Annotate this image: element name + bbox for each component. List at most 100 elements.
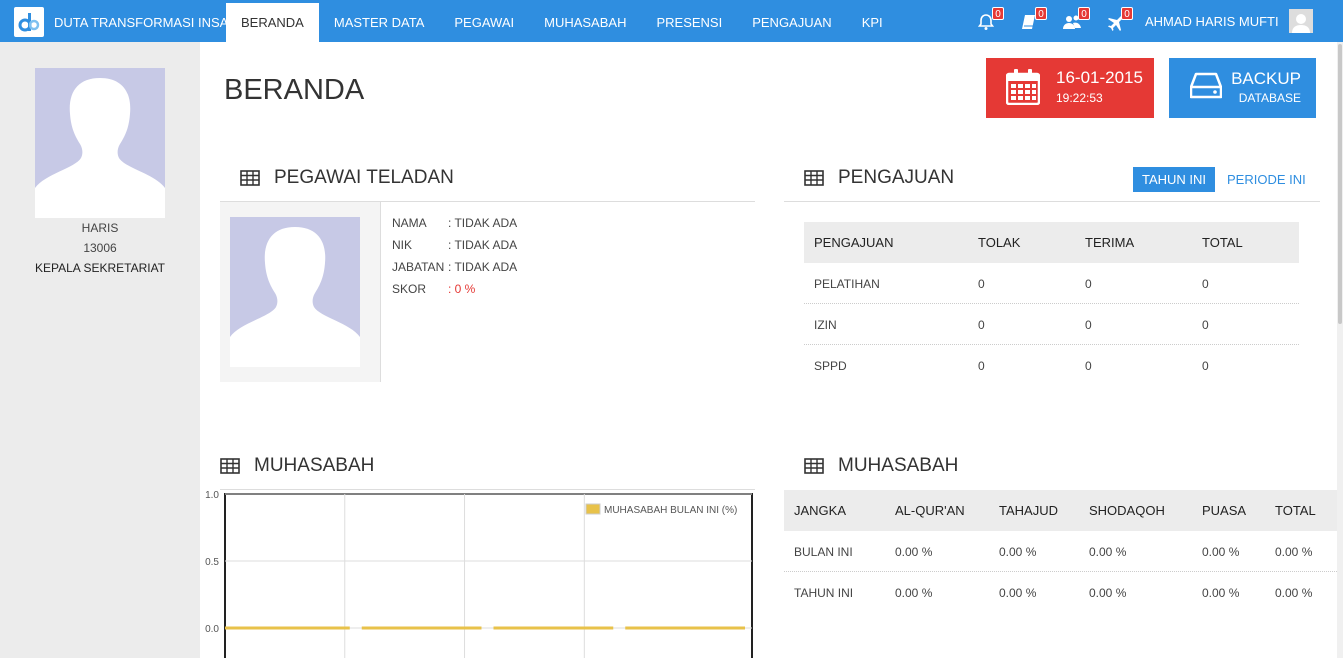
table-cell: TAHUN INI [794,586,854,600]
user-avatar [1288,9,1313,33]
panel-title-pengajuan: PENGAJUAN [804,167,954,189]
avatar-silhouette-icon [35,78,165,218]
notif-plane[interactable]: 0 [1101,7,1133,36]
table-cell: 0.00 % [895,586,933,600]
table-cell: 0.00 % [1275,586,1313,600]
backup-title: BACKUP [1231,69,1301,88]
divider [380,202,381,382]
panel-title-text: PENGAJUAN [838,167,955,188]
column-header: AL-QUR'AN [895,503,965,518]
table-icon [804,458,824,474]
scrollbar-thumb[interactable] [1338,44,1342,324]
column-header: TOTAL [1275,503,1316,518]
sidebar: HARIS 13006 KEPALA SEKRETARIAT [0,42,200,658]
column-header: PENGAJUAN [814,235,894,250]
page-title: BERANDA [224,74,365,106]
legend-swatch [585,503,601,515]
hard-drive-icon [1190,72,1222,99]
y-tick-label: 0.0 [205,624,219,635]
user-name: AHMAD HARIS MUFTI [1145,13,1279,29]
top-navbar: DUTA TRANSFORMASI INSANI BERANDA MASTER … [0,0,1343,42]
datetime-widget: 16-01-2015 19:22:53 [986,58,1154,118]
sidebar-user-name: HARIS [81,221,119,235]
row-divider [784,571,1337,572]
nav-beranda[interactable]: BERANDA [226,3,319,42]
column-header: TOLAK [978,235,1021,250]
field-value: : TIDAK ADA [448,216,518,230]
legend-label: MUHASABAH BULAN INI (%) [604,505,737,516]
field-label: NIK [392,238,413,252]
teladan-photo [230,217,360,367]
notification-icons: 0 0 0 0 [972,7,1144,36]
table-cell: 0.00 % [1275,545,1313,559]
nav-pegawai[interactable]: PEGAWAI [439,3,529,42]
column-header: TOTAL [1202,235,1243,250]
notif-badge: 0 [992,7,1004,20]
panel-title-muhasabah-table: MUHASABAH [804,455,958,477]
table-cell: 0.00 % [1089,545,1127,559]
notif-badge: 0 [1078,7,1090,20]
table-cell: 0 [1085,359,1092,373]
table-cell: 0.00 % [1089,586,1127,600]
notif-badge: 0 [1035,7,1047,20]
current-time: 19:22:53 [1056,91,1103,105]
backup-subtitle: DATABASE [1238,91,1301,105]
sidebar-user-role: KEPALA SEKRETARIAT [34,261,166,275]
tab-periode-ini[interactable]: PERIODE INI [1218,167,1315,192]
nav-kpi[interactable]: KPI [847,3,898,42]
user-menu[interactable]: AHMAD HARIS MUFTI [1145,3,1313,39]
notif-bell[interactable]: 0 [972,7,1004,36]
field-label: NAMA [392,216,427,230]
field-label: JABATAN [392,260,445,274]
chart-svg: 1.0 0.5 0.0 MUHASABAH BULAN INI (%) [205,490,753,663]
brand[interactable]: DUTA TRANSFORMASI INSANI [14,6,241,38]
scrollbar[interactable] [1337,42,1343,658]
current-date: 16-01-2015 [1056,68,1143,87]
brand-name: DUTA TRANSFORMASI INSANI [54,14,242,30]
table-cell: 0 [978,277,985,291]
notif-users[interactable]: 0 [1058,7,1090,36]
nav-muhasabah[interactable]: MUHASABAH [529,3,641,42]
table-cell: 0.00 % [999,545,1037,559]
table-icon [220,458,240,474]
table-cell: 0 [1202,318,1209,332]
table-icon [804,170,824,186]
table-header [784,490,1337,531]
sidebar-user-nik: 13006 [83,241,117,255]
row-divider [804,303,1299,304]
y-tick-label: 1.0 [205,490,219,501]
logo-icon [14,7,44,37]
calendar-icon [1006,69,1040,105]
main-nav: BERANDA MASTER DATA PEGAWAI MUHASABAH PR… [226,3,898,42]
tab-tahun-ini[interactable]: TAHUN INI [1133,167,1216,192]
column-header: JANGKA [794,503,847,518]
notif-badge: 0 [1121,7,1133,20]
table-cell: 0.00 % [1202,545,1240,559]
teladan-photo-frame [220,202,380,382]
nav-presensi[interactable]: PRESENSI [641,3,737,42]
nav-pengajuan[interactable]: PENGAJUAN [737,3,846,42]
score-value: : 0 % [448,282,476,296]
table-cell: BULAN INI [794,545,853,559]
column-header: SHODAQOH [1089,503,1165,518]
panel-title-text: MUHASABAH [838,455,959,476]
table-cell: 0.00 % [895,545,933,559]
chart-plot-area [224,493,753,663]
field-value: : TIDAK ADA [448,238,518,252]
table-cell: 0 [978,318,985,332]
profile-photo [35,68,165,218]
table-cell: 0 [1202,277,1209,291]
backup-database-button[interactable]: BACKUP DATABASE [1169,58,1316,118]
notif-book[interactable]: 0 [1015,7,1047,36]
table-cell: 0 [978,359,985,373]
table-cell: 0 [1085,277,1092,291]
panel-title-text: MUHASABAH [254,455,375,476]
table-cell: 0.00 % [999,586,1037,600]
divider [784,201,1320,202]
avatar-icon [1291,14,1310,33]
nav-master-data[interactable]: MASTER DATA [319,3,440,42]
column-header: TERIMA [1085,235,1135,250]
table-cell: 0.00 % [1202,586,1240,600]
muhasabah-chart: 1.0 0.5 0.0 MUHASABAH BULAN INI (%) [200,488,760,663]
field-label: SKOR [392,282,427,296]
